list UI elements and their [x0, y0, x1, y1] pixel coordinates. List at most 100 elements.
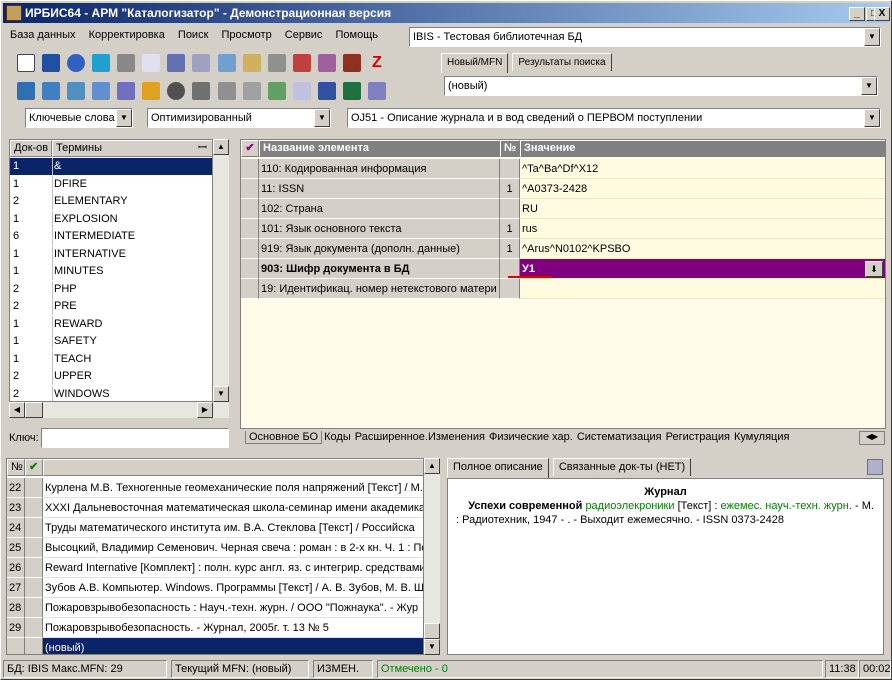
dict-row[interactable]: 6 INTERMEDIATE — [10, 228, 212, 245]
list-item[interactable]: 24 Труды математического института им. В.… — [7, 518, 423, 538]
tab-cumulation[interactable]: Кумуляция — [732, 431, 792, 443]
print-preview-icon[interactable] — [242, 82, 261, 100]
chevron-down-icon[interactable]: ▼ — [864, 28, 880, 46]
editor-row[interactable]: 102: Страна RU — [241, 199, 885, 219]
export-icon[interactable] — [292, 54, 311, 72]
list-no-header[interactable]: № — [7, 459, 25, 476]
message-icon[interactable] — [92, 82, 111, 100]
list-check-cell[interactable] — [25, 478, 43, 498]
editor-row[interactable]: 903: Шифр документа в БД У1 ⬇ — [241, 259, 885, 279]
dict-row[interactable]: 1 EXPLOSION — [10, 210, 212, 228]
dict-row[interactable]: 2 PHP — [10, 280, 212, 298]
dict-row[interactable]: 2 UPPER — [10, 368, 212, 385]
excel-icon[interactable] — [342, 82, 361, 100]
dict-row[interactable]: 1 DFIRE — [10, 175, 212, 193]
list-item[interactable]: (новый) — [7, 638, 423, 654]
editor-row[interactable]: 110: Кодированная информация ^Ta^Ba^Df^X1… — [241, 159, 885, 179]
pin-icon[interactable]: ꟷ — [198, 141, 207, 156]
chat-help-icon[interactable] — [42, 82, 61, 100]
element-value[interactable]: rus — [520, 219, 885, 239]
row-indicator[interactable] — [241, 219, 259, 239]
list-check-cell[interactable] — [25, 638, 43, 654]
scroll-thumb[interactable] — [25, 402, 43, 418]
print-icon[interactable] — [192, 54, 211, 72]
row-indicator[interactable] — [241, 179, 259, 199]
list-check-cell[interactable] — [25, 558, 43, 578]
editor-row[interactable]: 101: Язык основного текста 1 rus — [241, 219, 885, 239]
new-doc-icon[interactable] — [17, 54, 35, 72]
editor-row[interactable]: 19: Идентификац. номер нетекстового мате… — [241, 279, 885, 299]
list-scrollbar[interactable]: ▲ ▼ — [424, 458, 440, 655]
dict-hscrollbar[interactable]: ◀ ▶ — [9, 402, 229, 418]
list-check-cell[interactable] — [25, 498, 43, 518]
menu-edit[interactable]: Корректировка — [84, 26, 170, 44]
dict-row[interactable]: 1 MINUTES — [10, 263, 212, 280]
menu-search[interactable]: Поиск — [173, 26, 213, 44]
list-item[interactable]: 25 Высоцкий, Владимир Семенович. Черная с… — [7, 538, 423, 558]
tab-linked-docs[interactable]: Связанные док-ты (НЕТ) — [552, 458, 692, 476]
scroll-down-icon[interactable]: ▼ — [213, 386, 229, 402]
folder-icon[interactable] — [192, 82, 211, 100]
checkmark-icon[interactable]: ✔ — [25, 459, 43, 476]
dict-row[interactable]: 1 TEACH — [10, 350, 212, 368]
tab-new-mfn[interactable]: Новый/MFN — [441, 53, 509, 73]
tab-search-results[interactable]: Результаты поиска — [512, 53, 612, 71]
element-value[interactable]: RU — [520, 199, 885, 219]
tab-codes[interactable]: Коды — [322, 431, 353, 443]
element-value[interactable]: ^A0373-2428 — [520, 179, 885, 199]
list-item[interactable]: 22 Курлена М.В. Техногенные геомеханическ… — [7, 478, 423, 498]
key-input[interactable] — [41, 428, 229, 448]
row-indicator[interactable] — [241, 159, 259, 179]
dict-row[interactable]: 2 ELEMENTARY — [10, 193, 212, 210]
dict-count-header[interactable]: Док-ов — [10, 140, 52, 157]
list-item[interactable]: 28 Пожаровзрывобезопасность : Науч.-техн.… — [7, 598, 423, 618]
row-indicator[interactable] — [241, 279, 259, 299]
list-item[interactable]: 26 Reward Internative [Комплект] : полн. … — [7, 558, 423, 578]
doc-list-icon[interactable] — [292, 82, 311, 100]
check-icon[interactable]: ✔ — [241, 140, 259, 157]
optimized-select[interactable]: Оптимизированный ▼ — [147, 108, 331, 128]
worksheet-select[interactable]: OJ51 - Описание журнала и в вод сведений… — [347, 108, 881, 128]
element-value[interactable] — [520, 279, 885, 299]
value-dropdown-icon[interactable]: ⬇ — [865, 261, 883, 277]
books-icon[interactable] — [342, 54, 361, 72]
chevron-down-icon[interactable]: ▼ — [314, 109, 330, 127]
tree-icon[interactable] — [217, 54, 236, 72]
row-indicator[interactable] — [241, 259, 259, 279]
grid-icon[interactable] — [167, 54, 186, 72]
element-value[interactable]: ^Arus^N0102^KPSBO — [520, 239, 885, 259]
scroll-down-icon[interactable]: ▼ — [424, 639, 440, 655]
import-icon[interactable] — [317, 54, 336, 72]
editor-row[interactable]: 919: Язык документа (дополн. данные) 1 ^Ar… — [241, 239, 885, 259]
save-icon[interactable] — [42, 54, 61, 72]
tab-registration[interactable]: Регистрация — [664, 431, 732, 443]
value-header[interactable]: Значение — [520, 140, 885, 157]
scroll-up-icon[interactable]: ▲ — [213, 139, 229, 155]
close-button[interactable]: X — [874, 7, 890, 21]
print-description-icon[interactable] — [867, 459, 883, 475]
chevron-down-icon[interactable]: ▼ — [116, 109, 132, 127]
menu-view[interactable]: Просмотр — [216, 26, 276, 44]
dict-row[interactable]: 2 WINDOWS — [10, 385, 212, 401]
tab-physical[interactable]: Физические хар. — [487, 431, 575, 443]
search-mode-select[interactable]: Ключевые слова ▼ — [25, 108, 133, 128]
no-header[interactable]: № — [500, 140, 520, 157]
record-select[interactable]: (новый) ▼ — [444, 76, 878, 96]
list-item[interactable]: 23 XXXI Дальневосточная математическая шк… — [7, 498, 423, 518]
hand-icon[interactable] — [142, 82, 161, 100]
element-value[interactable]: У1 — [520, 259, 885, 279]
scroll-right-icon[interactable]: ▶ — [197, 402, 213, 418]
element-name-header[interactable]: Название элемента — [259, 140, 500, 157]
editor-row[interactable]: 11: ISSN 1 ^A0373-2428 — [241, 179, 885, 199]
dict-scrollbar[interactable]: ▲ ▼ — [213, 139, 229, 402]
list-check-cell[interactable] — [25, 598, 43, 618]
z3950-icon[interactable]: Z — [368, 54, 386, 72]
scroll-up-icon[interactable]: ▲ — [424, 458, 440, 474]
mail-icon[interactable] — [67, 82, 86, 100]
tab-extended[interactable]: Расширенное.Изменения — [353, 431, 487, 443]
undo-icon[interactable] — [67, 54, 86, 72]
settings-icon[interactable] — [367, 82, 386, 100]
dict-term-header[interactable]: Термины ꟷ — [52, 140, 212, 157]
menu-service[interactable]: Сервис — [280, 26, 328, 44]
edit-icon[interactable] — [242, 54, 261, 72]
